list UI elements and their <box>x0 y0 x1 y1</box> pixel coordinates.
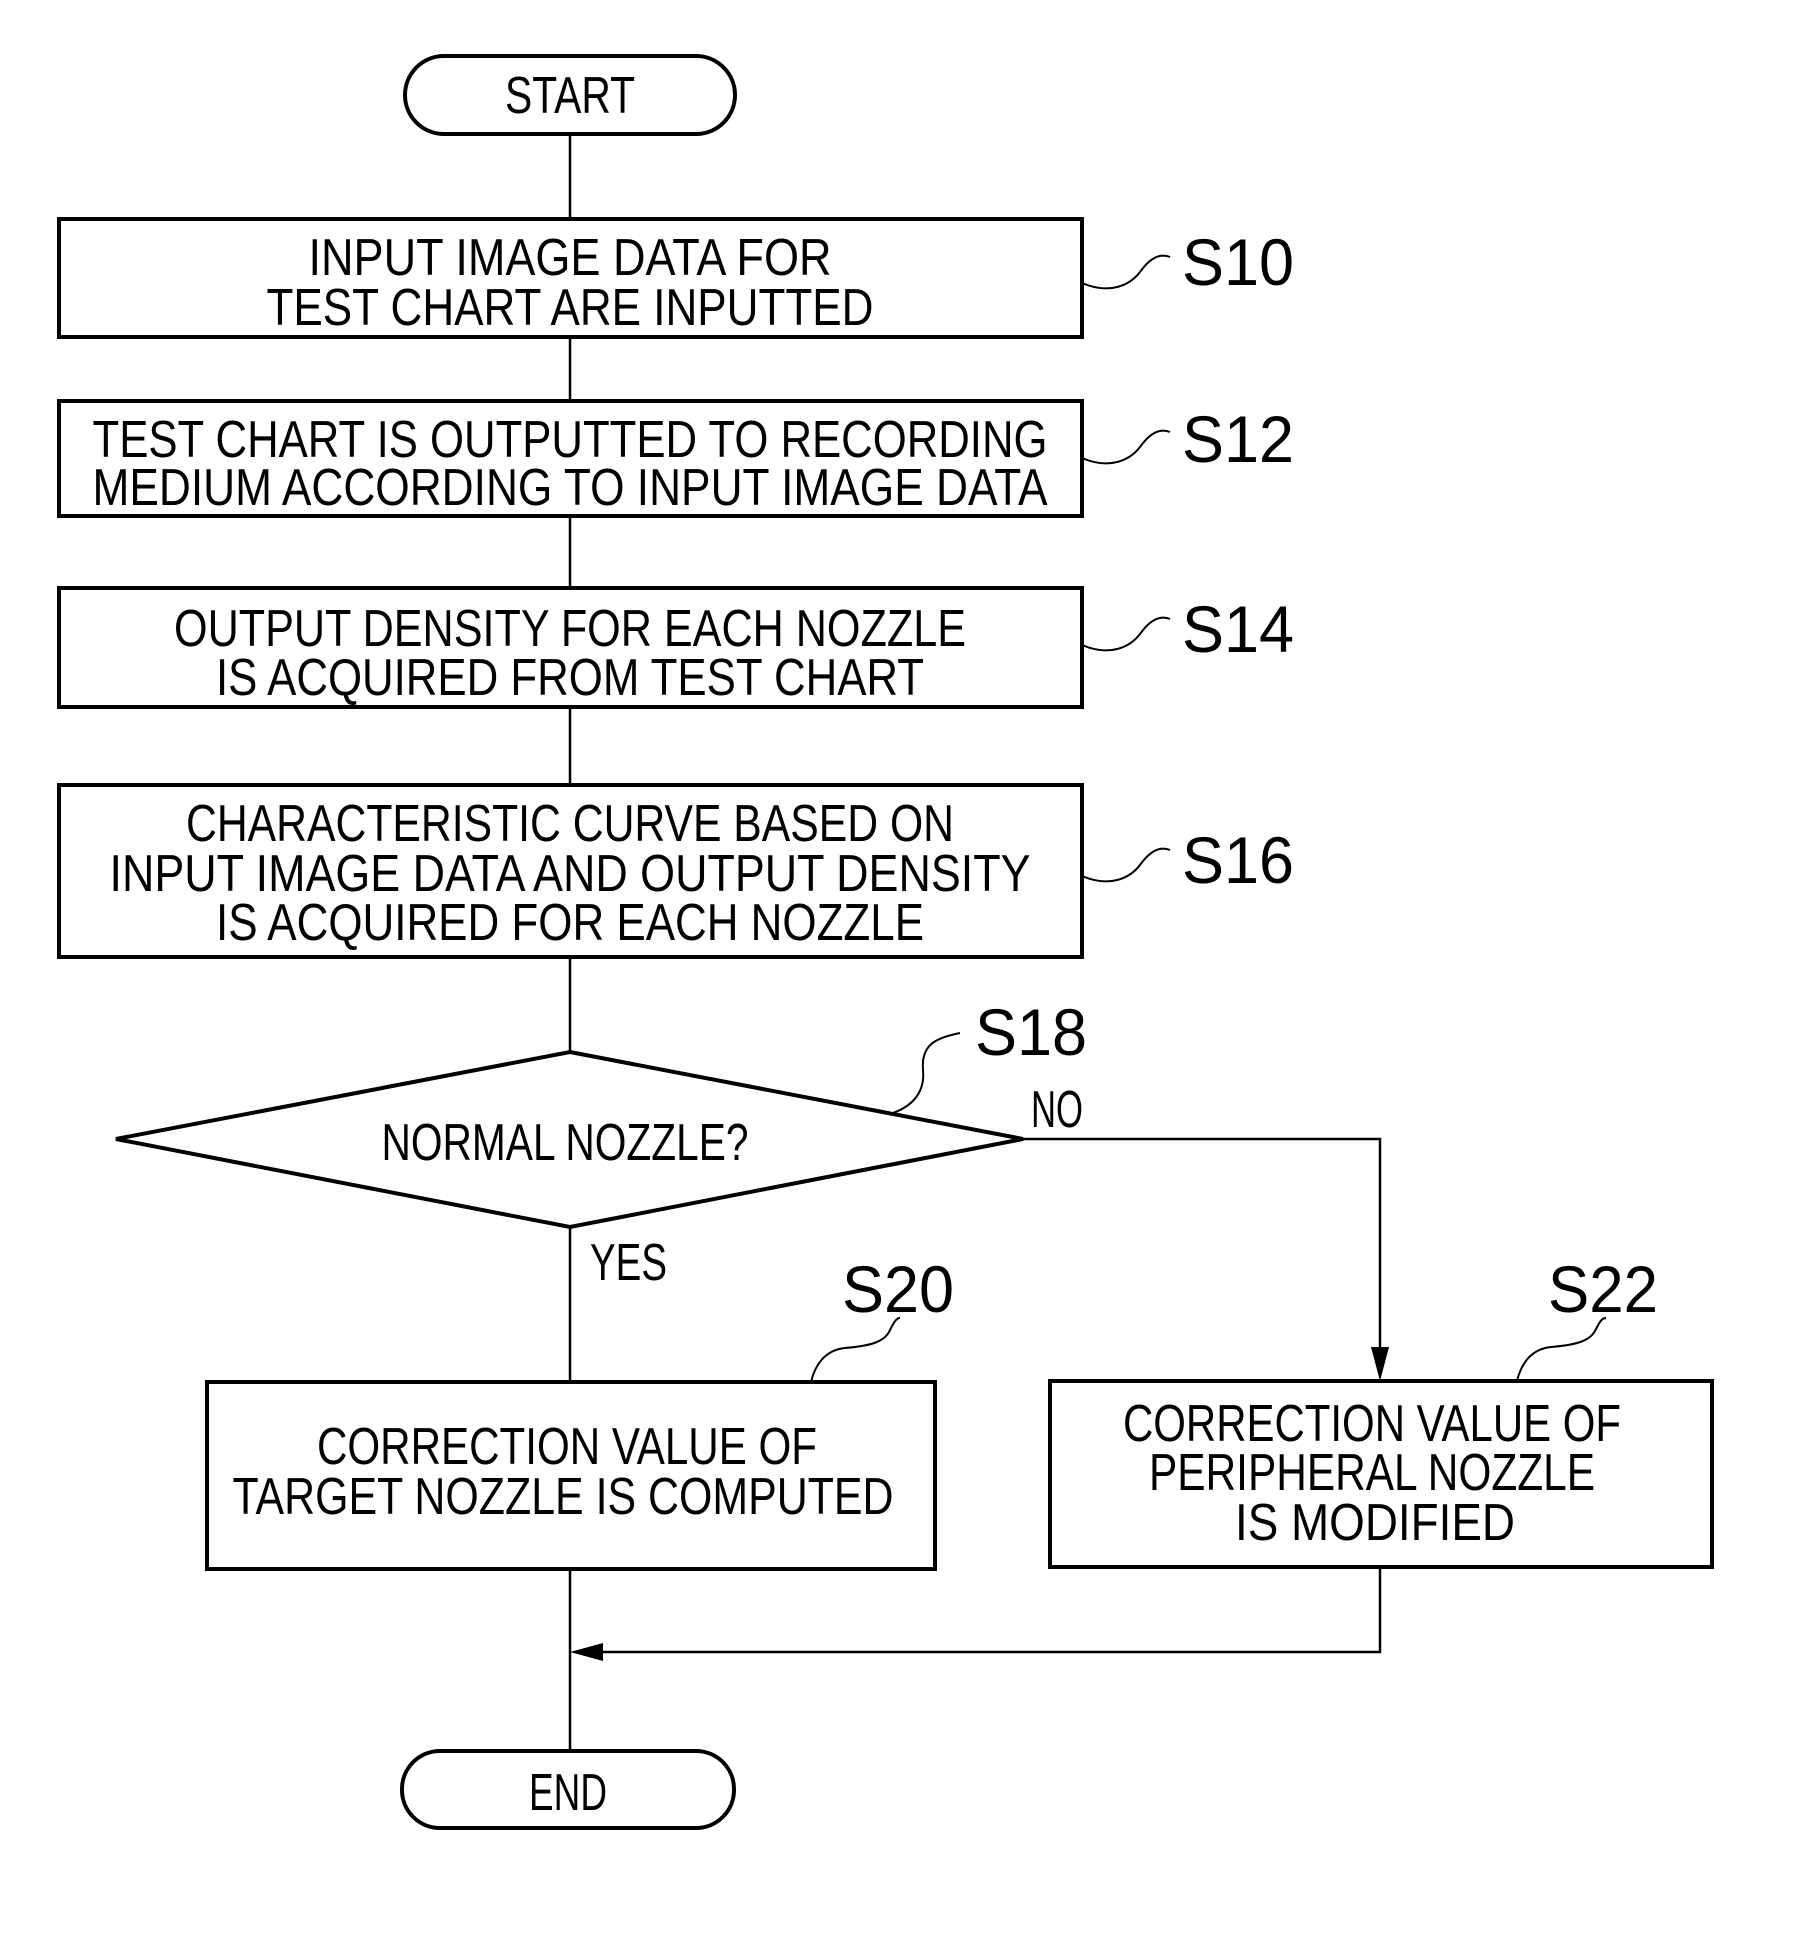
end-terminal: END <box>400 1749 736 1830</box>
process-box-s12: TEST CHART IS OUTPUTTED TO RECORDING MED… <box>57 399 1084 518</box>
decision-question: NORMAL NOZZLE? <box>382 1114 749 1172</box>
s16-leader <box>1081 847 1171 883</box>
process-box-s10: INPUT IMAGE DATA FOR TEST CHART ARE INPU… <box>57 217 1084 339</box>
start-terminal: START <box>403 54 737 136</box>
s10-leader <box>1081 254 1171 290</box>
yes-label: YES <box>590 1234 667 1292</box>
process-box-s16: CHARACTERISTIC CURVE BASED ON INPUT IMAG… <box>57 783 1084 959</box>
s18-leader <box>892 1032 961 1114</box>
edge-s18-s22-no <box>1023 1137 1382 1350</box>
process-box-s22: CORRECTION VALUE OF PERIPHERAL NOZZLE IS… <box>1048 1379 1714 1569</box>
flowchart: START INPUT IMAGE DATA FOR TEST CHART AR… <box>57 54 1714 1830</box>
s12-leader <box>1081 429 1171 465</box>
s10-line-2: TEST CHART ARE INPUTTED <box>267 279 874 337</box>
s20-line-2: TARGET NOZZLE IS COMPUTED <box>233 1468 894 1526</box>
s18-step-label: S18 <box>975 995 1087 1069</box>
s14-line-2: IS ACQUIRED FROM TEST CHART <box>216 649 924 707</box>
s12-step-label: S12 <box>1182 402 1294 476</box>
s12-line-2: MEDIUM ACCORDING TO INPUT IMAGE DATA <box>93 459 1048 517</box>
s16-line-3: IS ACQUIRED FOR EACH NOZZLE <box>216 894 924 952</box>
s20-leader <box>810 1317 901 1383</box>
end-label: END <box>529 1764 607 1822</box>
s22-leader <box>1516 1317 1607 1382</box>
s20-step-label: S20 <box>842 1252 954 1326</box>
s16-step-label: S16 <box>1182 823 1294 897</box>
s22-step-label: S22 <box>1548 1252 1658 1326</box>
edge-s22-merge <box>600 1567 1382 1654</box>
start-label: START <box>505 67 635 125</box>
s22-line-3: IS MODIFIED <box>1235 1494 1515 1552</box>
arrowhead-left-icon <box>570 1643 603 1661</box>
decision-diamond-s18: NORMAL NOZZLE? <box>115 1049 1024 1230</box>
process-box-s20: CORRECTION VALUE OF TARGET NOZZLE IS COM… <box>205 1380 937 1571</box>
no-label: NO <box>1031 1081 1083 1139</box>
process-box-s14: OUTPUT DENSITY FOR EACH NOZZLE IS ACQUIR… <box>57 586 1084 709</box>
s14-leader <box>1081 616 1171 652</box>
arrowhead-down-icon <box>1371 1347 1389 1381</box>
s10-step-label: S10 <box>1182 225 1294 299</box>
s14-step-label: S14 <box>1182 592 1294 666</box>
